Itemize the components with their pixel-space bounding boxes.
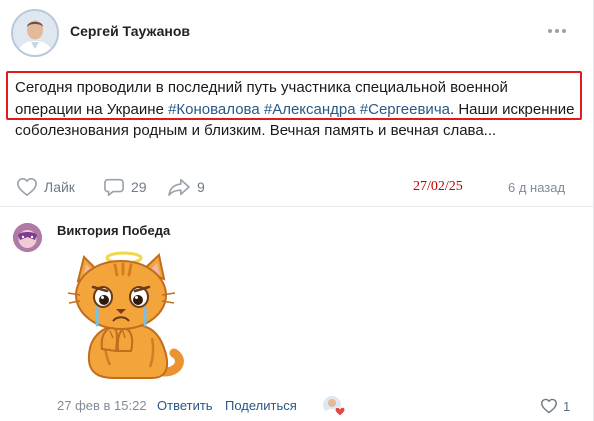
divider xyxy=(0,206,594,207)
post-actions: Лайк 29 9 xyxy=(0,172,594,202)
post-time[interactable]: 6 д назад xyxy=(508,180,565,195)
comment-like-count: 1 xyxy=(563,398,571,414)
post-text: Сегодня проводили в последний путь участ… xyxy=(15,77,575,142)
shares-count: 9 xyxy=(197,179,205,195)
date-stamp: 27/02/25 xyxy=(413,179,463,194)
hashtag-link[interactable]: #Сергеевича xyxy=(360,101,450,118)
author-avatar[interactable] xyxy=(11,9,59,57)
post-author-name[interactable]: Сергей Таужанов xyxy=(70,23,190,39)
commenter-avatar[interactable] xyxy=(13,223,42,252)
more-icon[interactable] xyxy=(546,24,568,38)
comment-icon xyxy=(104,178,124,196)
comment-footer: 27 фев в 15:22 Ответить Поделиться 1 xyxy=(0,395,594,418)
share-icon xyxy=(168,178,190,196)
heart-icon xyxy=(541,398,557,414)
hashtag-link[interactable]: #Коновалова xyxy=(168,101,260,118)
comment-like-button[interactable]: 1 xyxy=(540,398,570,414)
liker-avatar[interactable] xyxy=(322,395,346,417)
hashtag-link[interactable]: #Александра xyxy=(264,101,356,118)
share-link[interactable]: Поделиться xyxy=(225,398,297,413)
cat-sticker xyxy=(60,245,186,385)
commenter-name[interactable]: Виктория Победа xyxy=(57,223,170,238)
post-card: Сергей Таужанов Сегодня проводили в посл… xyxy=(0,0,594,421)
post-header: Сергей Таужанов xyxy=(0,0,594,62)
share-button[interactable]: 9 xyxy=(167,172,205,202)
comments-count: 29 xyxy=(131,179,147,195)
comment-date[interactable]: 27 фев в 15:22 xyxy=(57,398,147,413)
like-button[interactable]: Лайк xyxy=(16,172,75,202)
reply-link[interactable]: Ответить xyxy=(157,398,213,413)
comments-button[interactable]: 29 xyxy=(104,172,147,202)
heart-icon xyxy=(17,178,37,196)
like-label: Лайк xyxy=(44,179,75,195)
